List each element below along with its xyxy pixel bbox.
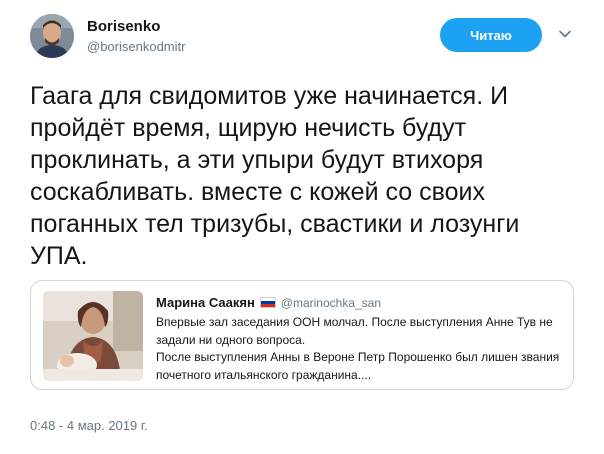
- author-handle[interactable]: @borisenkodmitr: [87, 39, 185, 54]
- chevron-down-icon[interactable]: [558, 27, 572, 41]
- quoted-tweet-paragraph: После выступления Анны в Вероне Петр Пор…: [156, 350, 560, 382]
- avatar-photo-icon: [30, 14, 74, 58]
- photo-icon: [43, 291, 143, 381]
- tweet-text: Гаага для свидомитов уже начинается. И п…: [30, 82, 520, 270]
- russian-flag-icon: [259, 297, 276, 308]
- quoted-tweet-photo[interactable]: [43, 291, 143, 381]
- quoted-tweet[interactable]: Марина Саакян @marinochka_san Впервые за…: [30, 280, 574, 390]
- quoted-author-handle[interactable]: @marinochka_san: [281, 296, 381, 310]
- author-avatar[interactable]: [30, 14, 74, 58]
- quoted-tweet-header: Марина Саакян @marinochka_san: [156, 295, 381, 310]
- quoted-tweet-text: Впервые зал заседания ООН молчал. После …: [156, 314, 566, 384]
- quoted-tweet-paragraph: Впервые зал заседания ООН молчал. После …: [156, 315, 553, 347]
- tweet-timestamp[interactable]: 0:48 - 4 мар. 2019 г.: [30, 418, 148, 433]
- follow-button[interactable]: Читаю: [440, 18, 542, 52]
- tweet-card: Borisenko @borisenkodmitr Читаю Гаага дл…: [0, 0, 604, 454]
- quoted-author-name[interactable]: Марина Саакян: [156, 295, 255, 310]
- author-display-name[interactable]: Borisenko: [87, 18, 160, 35]
